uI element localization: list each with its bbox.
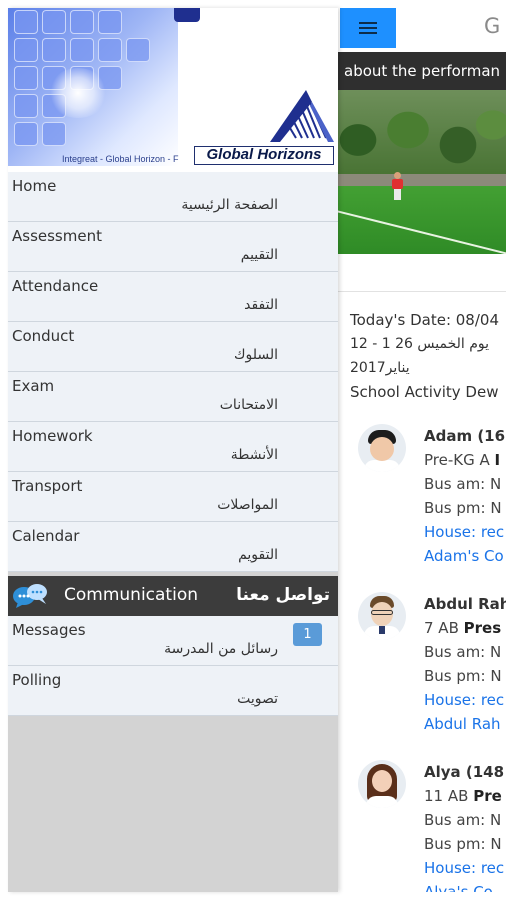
student-class: 11 AB Pre: [424, 787, 502, 805]
nav-item-calendar[interactable]: Calendar التقويم: [8, 522, 338, 572]
house-link[interactable]: House: rec: [424, 856, 506, 880]
nav-item-label: Attendance: [12, 277, 99, 295]
nav-item-label: Exam: [12, 377, 55, 395]
student-class: 7 AB Pres: [424, 619, 502, 637]
school-activity: School Activity Dew: [350, 383, 499, 401]
nav-item-label: Home: [12, 177, 57, 195]
nav-item-transport[interactable]: Transport المواصلات: [8, 472, 338, 522]
nav-item-label: Assessment: [12, 227, 102, 245]
nav-item-conduct[interactable]: Conduct السلوك: [8, 322, 338, 372]
student-name: Adam (16: [424, 427, 506, 445]
chat-bubbles-icon: [13, 584, 47, 608]
avatar: [358, 760, 406, 808]
student-link[interactable]: Adam's Co: [424, 544, 506, 568]
today-date-arabic: 12 - 1 يوم الخميس 26: [350, 336, 490, 352]
today-date-arabic-year: يناير2017: [350, 360, 410, 376]
nav-item-label: Messages: [12, 621, 86, 639]
nav-list: Home الصفحة الرئيسية Assessment التقييم …: [8, 172, 338, 572]
school-logo-text: Global Horizons: [194, 146, 334, 165]
nav-item-label-arabic: تصويت: [237, 691, 278, 707]
student-link[interactable]: Alya's Co: [424, 880, 506, 892]
hamburger-menu-button[interactable]: [340, 8, 396, 48]
news-photo[interactable]: [338, 90, 506, 254]
nav-item-label-arabic: التفقد: [244, 297, 278, 313]
nav-item-label-arabic: المواصلات: [217, 497, 278, 513]
nav-item-assessment[interactable]: Assessment التقييم: [8, 222, 338, 272]
bus-am: Bus am: N: [424, 643, 502, 661]
student-name: Abdul Rah: [424, 595, 506, 613]
main-content: G about the performan Today's Date: 08/0…: [338, 8, 506, 892]
header-background: [8, 8, 178, 166]
student-class: Pre-KG A I: [424, 451, 501, 469]
today-info: Today's Date: 08/04 12 - 1 يوم الخميس 26…: [350, 308, 506, 404]
student-card[interactable]: Alya (148 11 AB Pre Bus am: N Bus pm: N …: [338, 760, 506, 892]
student-card[interactable]: Adam (16 Pre-KG A I Bus am: N Bus pm: N …: [338, 424, 506, 584]
nav-item-label: Calendar: [12, 527, 80, 545]
nav-item-messages[interactable]: Messages رسائل من المدرسة 1: [8, 616, 338, 666]
nav-item-label-arabic: التقييم: [240, 247, 278, 263]
unread-count-badge: 1: [293, 623, 322, 646]
hamburger-icon: [359, 21, 377, 35]
news-banner[interactable]: about the performan: [338, 52, 506, 90]
bus-pm: Bus pm: N: [424, 835, 502, 853]
nav-item-label-arabic: التقويم: [238, 547, 278, 563]
header-tagline: Integreat - Global Horizon - F: [62, 154, 179, 164]
today-date: Today's Date: 08/04: [350, 311, 499, 329]
nav-item-label-arabic: الأنشطة: [230, 447, 278, 463]
avatar: [358, 592, 406, 640]
communication-label: Communication: [64, 585, 198, 605]
nav-item-label: Polling: [12, 671, 62, 689]
nav-item-label: Homework: [12, 427, 93, 445]
nav-item-label-arabic: السلوك: [233, 347, 278, 363]
nav-item-polling[interactable]: Polling تصويت: [8, 666, 338, 716]
nav-item-label-arabic: الامتحانات: [219, 397, 278, 413]
nav-item-label-arabic: رسائل من المدرسة: [164, 641, 278, 657]
bus-pm: Bus pm: N: [424, 499, 502, 517]
house-link[interactable]: House: rec: [424, 520, 506, 544]
nav-item-exam[interactable]: Exam الامتحانات: [8, 372, 338, 422]
nav-item-label: Transport: [12, 477, 83, 495]
house-link[interactable]: House: rec: [424, 688, 506, 712]
student-name: Alya (148: [424, 763, 505, 781]
nav-item-attendance[interactable]: Attendance التفقد: [8, 272, 338, 322]
drawer-header: Integreat - Global Horizon - F Global Ho…: [8, 8, 338, 172]
app-title: G: [484, 14, 501, 38]
nav-item-label-arabic: الصفحة الرئيسية: [181, 197, 278, 213]
top-app-bar: G: [338, 8, 506, 48]
navigation-drawer: Integreat - Global Horizon - F Global Ho…: [8, 8, 338, 892]
student-link[interactable]: Abdul Rah: [424, 712, 506, 736]
avatar: [358, 424, 406, 472]
communication-list: Messages رسائل من المدرسة 1 Polling تصوي…: [8, 616, 338, 716]
nav-item-home[interactable]: Home الصفحة الرئيسية: [8, 172, 338, 222]
communication-section-header: Communication تواصل معنا: [8, 576, 338, 616]
bus-am: Bus am: N: [424, 475, 502, 493]
communication-label-arabic: تواصل معنا: [236, 585, 330, 605]
logo-pyramid-icon: [270, 90, 334, 142]
nav-item-homework[interactable]: Homework الأنشطة: [8, 422, 338, 472]
bus-am: Bus am: N: [424, 811, 502, 829]
divider: [338, 291, 506, 292]
nav-item-label: Conduct: [12, 327, 75, 345]
student-card[interactable]: Abdul Rah 7 AB Pres Bus am: N Bus pm: N …: [338, 592, 506, 752]
bus-pm: Bus pm: N: [424, 667, 502, 685]
